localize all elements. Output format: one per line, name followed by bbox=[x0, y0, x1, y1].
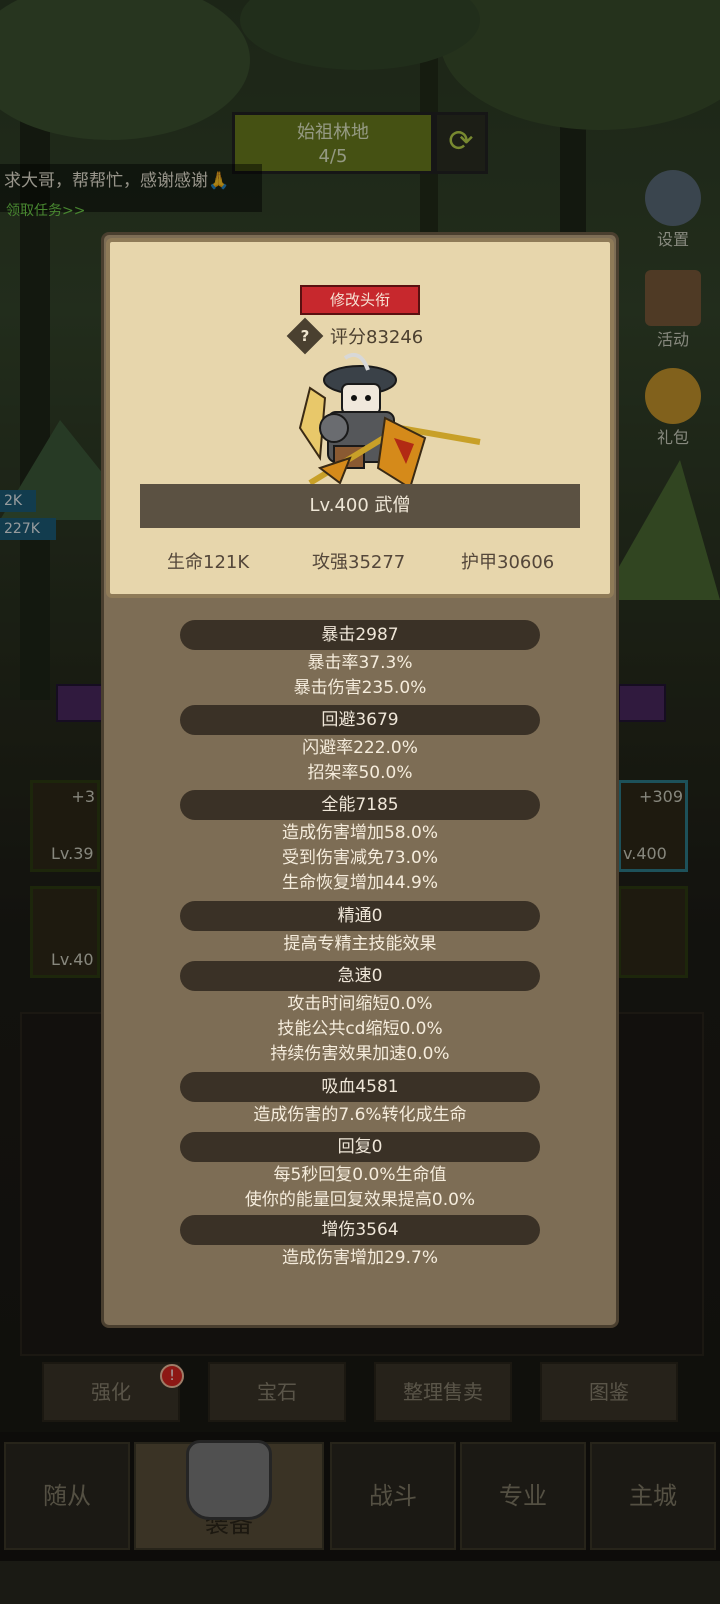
stat-line: 暴击率37.3% bbox=[307, 653, 413, 673]
stat-attack: 攻强35277 bbox=[312, 552, 406, 573]
stat-line: 持续伤害效果加速0.0% bbox=[270, 1044, 450, 1064]
stat-line: 闪避率222.0% bbox=[302, 738, 418, 758]
stat-line: 造成伤害的7.6%转化成生命 bbox=[253, 1105, 467, 1125]
stat-line: 攻击时间缩短0.0% bbox=[287, 994, 433, 1014]
stat-header-versatility: 全能7185 bbox=[180, 790, 540, 820]
hero-portrait bbox=[298, 353, 481, 488]
stat-line: 招架率50.0% bbox=[307, 763, 413, 783]
stat-header-evasion: 回避3679 bbox=[180, 705, 540, 735]
stat-hp: 生命121K bbox=[167, 552, 250, 573]
stat-line: 造成伤害增加58.0% bbox=[281, 823, 438, 843]
stat-line: 受到伤害减免73.0% bbox=[281, 848, 438, 868]
stat-line: 每5秒回复0.0%生命值 bbox=[273, 1165, 447, 1185]
stat-header-mastery: 精通0 bbox=[180, 901, 540, 931]
stat-line: 生命恢复增加44.9% bbox=[281, 873, 438, 893]
stat-line: 技能公共cd缩短0.0% bbox=[277, 1019, 443, 1039]
stat-line: 暴击伤害235.0% bbox=[293, 678, 427, 698]
score-text: 评分83246 bbox=[330, 327, 424, 348]
stat-header-lifesteal: 吸血4581 bbox=[180, 1072, 540, 1102]
stat-header-haste: 急速0 bbox=[180, 961, 540, 991]
stat-armor: 护甲30606 bbox=[461, 552, 555, 573]
stat-line: 造成伤害增加29.7% bbox=[281, 1248, 438, 1268]
edit-title-button[interactable]: 修改头衔 bbox=[300, 285, 420, 315]
stat-line: 使你的能量回复效果提高0.0% bbox=[244, 1190, 476, 1210]
stat-line: 提高专精主技能效果 bbox=[283, 934, 437, 954]
level-class-band: Lv.400 武僧 bbox=[140, 484, 580, 528]
stat-header-damage: 增伤3564 bbox=[180, 1215, 540, 1245]
stat-header-crit: 暴击2987 bbox=[180, 620, 540, 650]
stat-header-regen: 回复0 bbox=[180, 1132, 540, 1162]
help-mark: ? bbox=[300, 327, 310, 345]
